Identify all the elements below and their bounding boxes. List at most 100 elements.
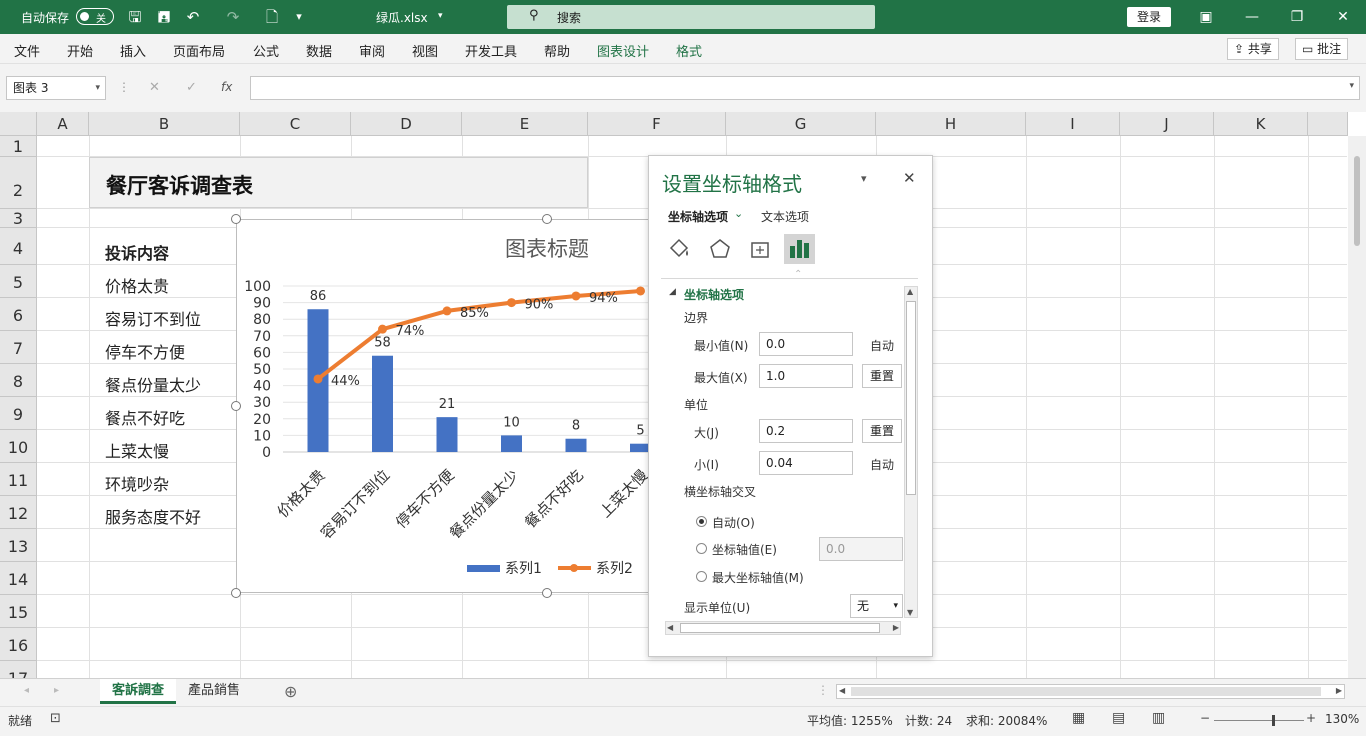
column-header[interactable]: K [1214,112,1308,136]
zoom-slider[interactable] [1214,715,1304,726]
complaint-cell[interactable]: 上菜太慢 [105,438,169,462]
tab-split-handle-icon[interactable]: ⋮ [817,683,829,697]
resize-handle[interactable] [231,401,241,411]
complaint-cell[interactable]: 容易订不到位 [105,306,201,330]
pane-options-chevron-icon[interactable]: ▾ [861,172,867,185]
autosave-toggle[interactable]: 关 [76,8,114,25]
pane-vertical-scrollbar[interactable]: ▲ ▼ [904,286,918,618]
row-header[interactable]: 10 [0,430,37,463]
title-cell[interactable]: 餐厅客诉调查表 [89,157,588,208]
login-button[interactable]: 登录 [1127,7,1171,27]
display-unit-select[interactable]: 无 ▾ [850,594,903,618]
column-header[interactable]: I [1026,112,1120,136]
tab-view[interactable]: 视图 [412,41,438,60]
next-sheet-icon[interactable]: ▸ [54,685,59,696]
close-pane-icon[interactable]: ✕ [903,169,916,187]
tab-home[interactable]: 开始 [67,41,93,60]
undo-icon[interactable]: ↶ [184,8,202,26]
section-collapse-icon[interactable]: ◢ [669,287,676,297]
print-preview-icon[interactable]: 🗋 [263,8,281,26]
hscroll-right-icon[interactable]: ▶ [1336,686,1342,695]
status-count[interactable]: 计数: 24 [905,712,952,729]
scroll-right-icon[interactable]: ▶ [893,623,899,632]
enter-icon[interactable]: ✓ [186,80,197,95]
sheet-tab[interactable]: 產品銷售 [176,679,252,704]
pane-hscroll-thumb[interactable] [680,623,880,633]
complaint-cell[interactable]: 环境吵杂 [105,471,169,495]
column-header[interactable]: G [726,112,876,136]
row-header[interactable]: 16 [0,628,37,661]
major-input[interactable]: 0.2 [759,419,853,443]
resize-handle[interactable] [542,214,552,224]
redo-icon[interactable]: ↷ [224,8,242,26]
radio-auto[interactable] [696,516,707,527]
comment-button[interactable]: ▭ 批注 [1295,38,1349,60]
insert-function-icon[interactable]: fx [221,80,232,94]
radio-max-axis[interactable] [696,571,707,582]
complaint-cell[interactable]: 停车不方便 [105,339,185,363]
tab-text-options[interactable]: 文本选项 [761,208,809,225]
tab-axis-chevron-icon[interactable]: ⌄ [734,207,743,220]
vertical-scrollbar[interactable] [1348,136,1366,678]
tab-help[interactable]: 帮助 [544,41,570,60]
complaint-cell[interactable]: 餐点不好吃 [105,405,185,429]
resize-handle[interactable] [231,214,241,224]
filename-chevron-icon[interactable]: ▾ [438,11,443,21]
column-header[interactable]: J [1120,112,1214,136]
search-box[interactable]: ⚲ 搜索 [507,5,875,29]
radio-axis-value-label[interactable]: 坐标轴值(E) [712,541,777,558]
zoom-in-icon[interactable]: + [1306,711,1316,725]
complaint-cell[interactable]: 餐点份量太少 [105,372,201,396]
column-header[interactable]: H [876,112,1026,136]
column-header[interactable]: B [89,112,240,136]
minimize-icon[interactable]: — [1242,8,1262,26]
expand-formula-icon[interactable]: ▾ [1349,81,1354,91]
tab-data[interactable]: 数据 [306,41,332,60]
hscroll-thumb[interactable] [851,687,1321,696]
tab-formulas[interactable]: 公式 [253,41,279,60]
row-header[interactable]: 14 [0,562,37,595]
minor-input[interactable]: 0.04 [759,451,853,475]
fill-line-icon[interactable] [666,236,692,262]
cancel-icon[interactable]: ✕ [149,80,160,95]
radio-max-axis-label[interactable]: 最大坐标轴值(M) [712,569,804,586]
radio-auto-label[interactable]: 自动(O) [712,514,755,531]
row-header[interactable]: 5 [0,265,37,298]
tab-review[interactable]: 审阅 [359,41,385,60]
page-layout-icon[interactable]: ▤ [1112,710,1125,726]
pane-horizontal-scrollbar[interactable]: ◀ ▶ [665,621,901,635]
horizontal-scrollbar[interactable]: ◀ ▶ [836,684,1345,699]
column-header[interactable]: A [37,112,89,136]
save-icon[interactable]: 🖫 [126,8,144,26]
section-title[interactable]: 坐标轴选项 [684,286,744,303]
zoom-slider-thumb[interactable] [1272,715,1275,726]
file-name[interactable]: 绿瓜.xlsx [376,9,428,26]
save-as-icon[interactable]: 🖪 [155,8,173,26]
select-all-corner[interactable] [0,112,37,136]
scroll-up-icon[interactable]: ▲ [907,287,913,296]
tab-insert[interactable]: 插入 [120,41,146,60]
resize-handle[interactable] [542,588,552,598]
row-header[interactable]: 8 [0,364,37,397]
scroll-left-icon[interactable]: ◀ [667,623,673,632]
max-reset-button[interactable]: 重置 [862,364,902,388]
status-sum[interactable]: 求和: 20084% [966,712,1047,729]
row-header[interactable]: 7 [0,331,37,364]
page-break-icon[interactable]: ▥ [1152,710,1165,726]
tab-axis-options[interactable]: 坐标轴选项 [668,208,728,225]
tab-file[interactable]: 文件 [14,41,40,60]
scroll-down-icon[interactable]: ▼ [907,608,913,617]
axis-options-icon[interactable] [784,234,815,264]
pane-scroll-thumb[interactable] [906,301,916,495]
row-header[interactable]: 1 [0,136,37,157]
customize-toolbar-icon[interactable]: ▾ [290,8,308,26]
radio-axis-value[interactable] [696,543,707,554]
row-header[interactable]: 13 [0,529,37,562]
row-header[interactable]: 2 [0,157,37,209]
tab-page-layout[interactable]: 页面布局 [173,41,225,60]
column-header[interactable]: F [588,112,726,136]
vertical-scroll-thumb[interactable] [1354,156,1360,246]
complaint-cell[interactable]: 服务态度不好 [105,504,201,528]
close-window-icon[interactable]: ✕ [1333,8,1353,26]
major-reset-button[interactable]: 重置 [862,419,902,443]
